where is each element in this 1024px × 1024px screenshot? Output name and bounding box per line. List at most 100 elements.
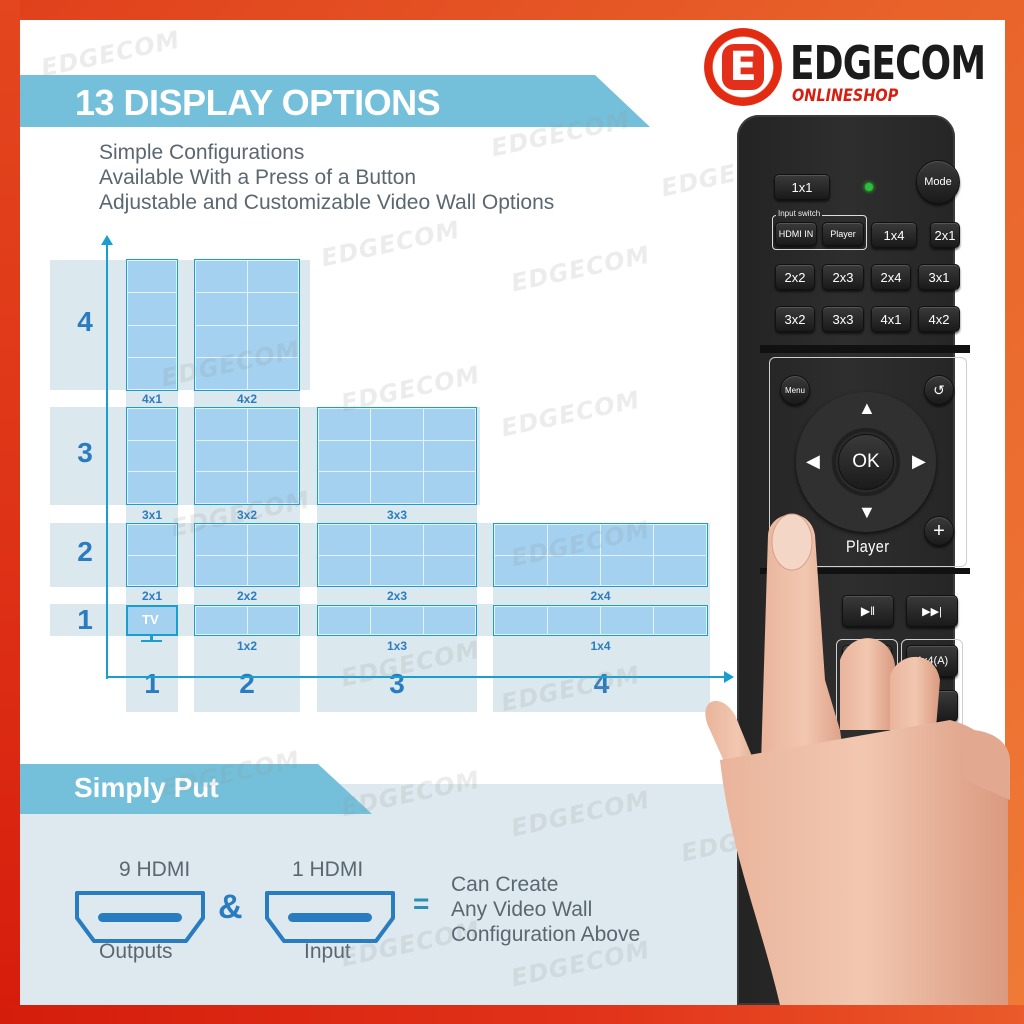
wall-label: 3x1 xyxy=(141,508,163,522)
screen-cell xyxy=(422,554,476,586)
wall-1x4 xyxy=(493,605,708,636)
equals-sign: = xyxy=(413,888,430,919)
screen-cell xyxy=(246,471,299,504)
screen-cell xyxy=(246,356,299,391)
wall-1x3 xyxy=(317,605,477,636)
wall-1x2 xyxy=(194,605,300,636)
screen-cell xyxy=(195,606,248,635)
wall-4x1 xyxy=(126,259,178,391)
screen-cell xyxy=(317,439,372,473)
screen-cell xyxy=(246,292,299,326)
display-options-diagram: 4 3 2 1 1 2 3 4 4x1 4x2 3x1 3x2 3x3 2x1 … xyxy=(20,20,760,740)
button-3x3[interactable]: 3x3 xyxy=(822,306,864,332)
screen-cell xyxy=(547,606,601,635)
screen-cell xyxy=(422,606,476,635)
x-axis-line xyxy=(106,676,726,678)
screen-cell xyxy=(195,471,248,504)
dpad-up-button[interactable]: ▲ xyxy=(858,398,876,419)
screen-cell xyxy=(195,259,248,294)
row-label-2: 2 xyxy=(77,536,93,567)
button-2x3[interactable]: 2x3 xyxy=(822,264,864,290)
screen-cell xyxy=(195,356,248,391)
wall-label: 4x2 xyxy=(236,392,258,406)
screen-cell xyxy=(370,554,424,586)
screen-cell xyxy=(600,524,654,556)
button-2x1[interactable]: 2x1 xyxy=(930,222,960,248)
hdmi-port-icon xyxy=(265,891,395,943)
button-3x2[interactable]: 3x2 xyxy=(775,306,815,332)
outputs-count: 9 HDMI xyxy=(119,858,191,881)
tv-label: TV xyxy=(142,612,159,627)
screen-cell xyxy=(127,356,177,391)
screen-cell xyxy=(317,606,372,635)
button-4x2[interactable]: 4x2 xyxy=(918,306,960,332)
screen-cell xyxy=(317,524,372,556)
screen-cell xyxy=(422,439,476,473)
result-line: Can Create xyxy=(451,873,559,896)
hdmi-in-button[interactable]: HDMI IN xyxy=(775,222,817,246)
wall-label: 1x4 xyxy=(590,639,611,653)
button-4x1[interactable]: 4x1 xyxy=(871,306,911,332)
hand-image xyxy=(705,513,1010,1005)
screen-cell xyxy=(195,439,248,473)
back-button[interactable]: ↺ xyxy=(924,375,954,405)
button-1x1[interactable]: 1x1 xyxy=(774,174,830,200)
button-2x4[interactable]: 2x4 xyxy=(871,264,911,290)
dpad-right-button[interactable]: ▶ xyxy=(912,451,926,472)
screen-cell xyxy=(127,554,177,586)
tv-base-icon xyxy=(141,640,162,642)
screen-cell xyxy=(422,408,476,441)
row-label-3: 3 xyxy=(77,437,93,468)
ok-button[interactable]: OK xyxy=(838,434,894,490)
wall-label: 2x1 xyxy=(141,589,163,603)
menu-button[interactable]: Menu xyxy=(780,375,810,405)
player-input-button[interactable]: Player xyxy=(822,222,864,246)
wall-2x1 xyxy=(126,523,178,587)
screen-cell xyxy=(246,439,299,473)
wall-label: 1x3 xyxy=(386,639,408,653)
screen-cell xyxy=(127,259,177,294)
row-label-1: 1 xyxy=(77,604,93,635)
screen-cell xyxy=(317,471,372,504)
mode-button[interactable]: Mode xyxy=(916,160,960,204)
dpad-left-button[interactable]: ◀ xyxy=(806,451,820,472)
wall-label: 3x2 xyxy=(236,508,258,522)
result-line: Configuration Above xyxy=(451,923,641,946)
brand-name: EDGECOM xyxy=(790,36,986,90)
status-led-icon xyxy=(865,183,873,191)
screen-cell xyxy=(127,408,177,441)
screen-cell xyxy=(494,554,548,586)
frame-border-left xyxy=(0,0,20,1024)
screen-cell xyxy=(246,524,299,556)
screen-cell xyxy=(246,554,299,586)
y-axis-arrow-icon xyxy=(101,235,113,245)
wall-3x2 xyxy=(194,407,300,505)
wall-3x1 xyxy=(126,407,178,505)
edgecom-logo: E EDGECOM ONLINESHOP xyxy=(700,22,986,112)
screen-cell xyxy=(600,606,654,635)
screen-cell xyxy=(195,524,248,556)
screen-cell xyxy=(195,408,248,441)
col-label-2: 2 xyxy=(239,668,255,699)
col-label-4: 4 xyxy=(593,668,610,699)
screen-cell xyxy=(370,408,424,441)
frame-border-bottom xyxy=(0,1005,1024,1024)
screen-cell xyxy=(370,471,424,504)
button-3x1[interactable]: 3x1 xyxy=(918,264,960,290)
screen-cell xyxy=(422,524,476,556)
screen-cell xyxy=(246,259,299,294)
remote-divider xyxy=(760,345,970,353)
hdmi-port-icon xyxy=(75,891,205,943)
screen-cell xyxy=(370,606,424,635)
input-switch-label: Input switch xyxy=(776,209,823,218)
wall-2x4 xyxy=(493,523,708,587)
button-1x4[interactable]: 1x4 xyxy=(871,222,917,248)
screen-cell xyxy=(127,292,177,326)
wall-2x3 xyxy=(317,523,477,587)
screen-cell xyxy=(246,324,299,358)
button-2x2[interactable]: 2x2 xyxy=(775,264,815,290)
wall-label: 4x1 xyxy=(141,392,163,406)
screen-cell xyxy=(127,471,177,504)
screen-cell xyxy=(547,554,601,586)
y-axis-line xyxy=(106,242,108,679)
